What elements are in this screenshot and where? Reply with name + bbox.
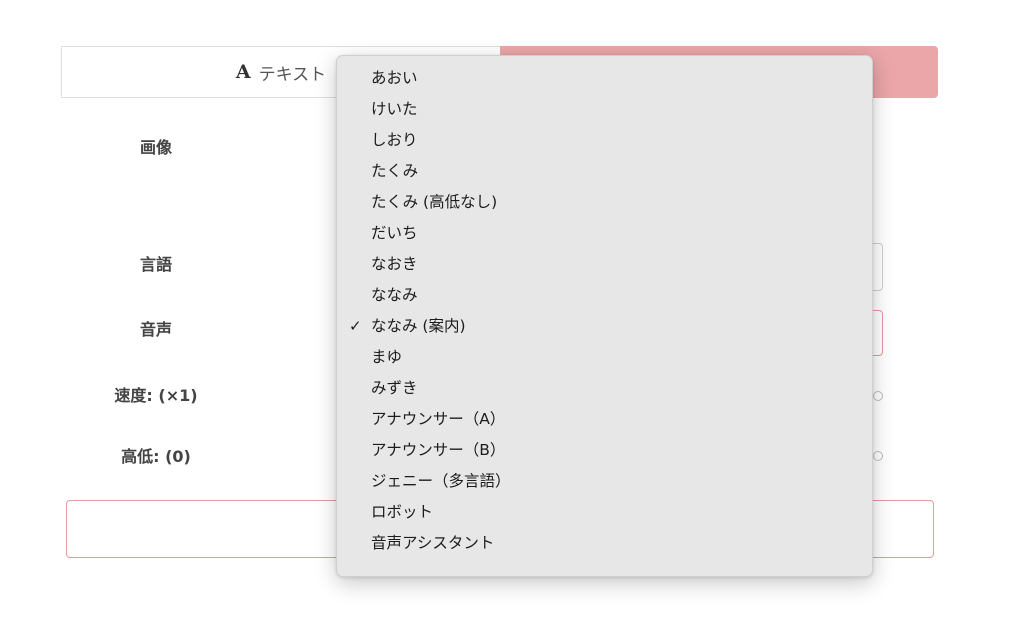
voice-menu-item-label: ロボット (371, 503, 434, 521)
image-label: 画像 (139, 138, 172, 157)
voice-menu-item[interactable]: アナウンサー（A） (337, 404, 872, 435)
voice-menu-item[interactable]: アナウンサー（B） (337, 435, 872, 466)
voice-menu-item-label: あおい (371, 69, 418, 87)
voice-menu-item-label: ななみ (371, 286, 418, 304)
voice-menu-item-label: ジェニー（多言語） (371, 472, 511, 490)
voice-menu-item-label: ななみ (案内) (371, 317, 466, 335)
voice-menu-item-label: みずき (371, 379, 418, 397)
voice-menu-item[interactable]: たくみ (337, 156, 872, 187)
voice-menu-item[interactable]: 音声アシスタント (337, 528, 872, 559)
voice-menu-item[interactable]: なおき (337, 249, 872, 280)
voice-menu-item[interactable]: ✓ ななみ (案内) (337, 311, 872, 342)
text-icon: A (235, 61, 251, 83)
voice-menu-item[interactable]: しおり (337, 125, 872, 156)
voice-menu-item-label: アナウンサー（A） (371, 410, 506, 428)
voice-menu-item[interactable]: ななみ (337, 280, 872, 311)
voice-menu-item[interactable]: たくみ (高低なし) (337, 187, 872, 218)
voice-menu-item-label: しおり (371, 131, 418, 149)
voice-menu-item[interactable]: みずき (337, 373, 872, 404)
voice-menu-item-label: けいた (371, 100, 418, 118)
pitch-slider-handle[interactable] (873, 451, 883, 461)
tab-text-label: テキスト (258, 64, 327, 85)
voice-menu-item[interactable]: あおい (337, 63, 872, 94)
voice-menu-item[interactable]: まゆ (337, 342, 872, 373)
voice-menu-item-label: たくみ (高低なし) (371, 193, 498, 211)
voice-label: 音声 (139, 320, 172, 339)
voice-menu-item-label: たくみ (371, 162, 419, 180)
voice-menu-item-label: まゆ (371, 348, 403, 366)
speed-label: 速度: (×1) (114, 386, 198, 405)
voice-menu-item[interactable]: ロボット (337, 497, 872, 528)
voice-menu-item-label: 音声アシスタント (371, 534, 495, 552)
voice-menu-item-label: だいち (371, 224, 418, 242)
page: A テキスト 画像 言語 音声 速度: (×1) 高低: (0) あおいけいたし… (0, 0, 1024, 641)
checkmark-icon: ✓ (349, 317, 362, 335)
voice-menu-item[interactable]: けいた (337, 94, 872, 125)
voice-menu-item-label: なおき (371, 255, 418, 273)
voice-menu-item-label: アナウンサー（B） (371, 441, 506, 459)
pitch-label: 高低: (0) (121, 447, 191, 466)
voice-menu-item[interactable]: だいち (337, 218, 872, 249)
language-label: 言語 (139, 255, 172, 274)
speed-slider-handle[interactable] (873, 391, 883, 401)
voice-dropdown-menu: あおいけいたしおりたくみたくみ (高低なし) だいちなおきななみ ✓ ななみ (案内)… (336, 55, 873, 577)
voice-menu-item[interactable]: ジェニー（多言語） (337, 466, 872, 497)
